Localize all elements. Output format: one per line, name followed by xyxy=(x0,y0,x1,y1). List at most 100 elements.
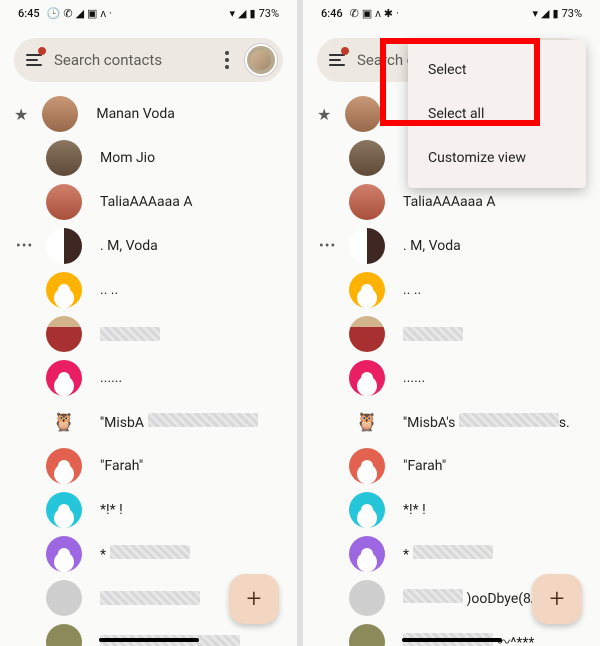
right-phone-screen: 6:46 ✆▣ᴧ✱· ▾ ◢ ▮ 73% Search c Select Sel… xyxy=(303,0,600,646)
clock: 6:46 xyxy=(321,7,343,20)
contact-avatar xyxy=(349,228,385,264)
contact-avatar xyxy=(46,272,82,308)
contact-name: .. .. xyxy=(403,282,421,298)
contact-name-blurred xyxy=(100,327,160,341)
contact-name: ...... xyxy=(100,370,122,386)
hamburger-icon[interactable] xyxy=(329,50,349,70)
contact-row[interactable]: 🦉 ''MisbA xyxy=(0,400,297,444)
contact-avatar xyxy=(349,140,385,176)
search-bar[interactable]: Search contacts xyxy=(14,38,283,82)
contact-name: . M, Voda xyxy=(100,238,158,254)
contact-avatar xyxy=(42,96,78,132)
contact-row[interactable]: ...... xyxy=(303,356,600,400)
contact-name: . M, Voda xyxy=(403,238,461,254)
status-bar: 6:46 ✆▣ᴧ✱· ▾ ◢ ▮ 73% xyxy=(303,0,600,24)
wifi-icon: ▾ xyxy=(230,7,236,20)
battery-pct: 73% xyxy=(259,7,279,20)
contact-row[interactable]: ★ Manan Voda xyxy=(0,92,297,136)
contact-avatar xyxy=(349,360,385,396)
status-bar: 6:45 🕒✆◢▣ᴧ· ▾ ◢ ▮ 73% xyxy=(0,0,297,24)
menu-item-select[interactable]: Select xyxy=(408,48,586,92)
battery-icon: ▮ xyxy=(553,7,559,20)
contact-name: TaliaAAAaaa A xyxy=(403,194,495,210)
contact-row[interactable]: .. .. xyxy=(0,268,297,312)
contact-name: ''MisbA's s. xyxy=(403,413,570,431)
contact-avatar xyxy=(46,228,82,264)
contact-list[interactable]: ★ Manan Voda Mom Jio TaliaAAAaaa A ••• .… xyxy=(0,92,297,646)
contact-row[interactable]: ...... xyxy=(0,356,297,400)
contact-name: Manan Voda xyxy=(96,106,174,122)
contact-name: ''MisbA xyxy=(100,413,258,431)
battery-pct: 73% xyxy=(562,7,582,20)
contact-name: Mom Jio xyxy=(100,150,155,166)
more-menu-button[interactable] xyxy=(217,51,237,69)
contact-row[interactable] xyxy=(303,312,600,356)
contact-row[interactable] xyxy=(0,312,297,356)
contact-name: .. .. xyxy=(100,282,118,298)
plus-icon: + xyxy=(247,584,262,614)
contact-row[interactable]: * xyxy=(303,532,600,576)
menu-item-customize-view[interactable]: Customize view xyxy=(408,136,586,180)
contact-avatar xyxy=(46,184,82,220)
add-contact-fab[interactable]: + xyxy=(532,574,582,624)
contact-row[interactable]: ••• . M, Voda xyxy=(0,224,297,268)
contact-row[interactable]: .. .. xyxy=(303,268,600,312)
profile-avatar-button[interactable] xyxy=(245,44,277,76)
contact-avatar xyxy=(46,316,82,352)
contact-avatar xyxy=(345,96,381,132)
contact-name: *!* ! xyxy=(403,502,426,518)
search-input[interactable]: Search contacts xyxy=(54,51,209,69)
wifi-icon: ▾ xyxy=(533,7,539,20)
contact-row[interactable]: "Farah" xyxy=(0,444,297,488)
contact-row[interactable]: *!* ! xyxy=(0,488,297,532)
contact-avatar xyxy=(46,536,82,572)
contact-name: TaliaAAAaaa A xyxy=(100,194,192,210)
contact-avatar xyxy=(46,580,82,616)
contact-row[interactable]: Mom Jio xyxy=(0,136,297,180)
battery-icon: ▮ xyxy=(250,7,256,20)
contact-avatar xyxy=(349,536,385,572)
hamburger-icon[interactable] xyxy=(26,50,46,70)
group-dots-icon: ••• xyxy=(319,238,336,254)
contact-name: * xyxy=(403,545,493,563)
contact-name: )ooDbye(8A... xyxy=(403,589,551,607)
contact-row[interactable]: *!* ! xyxy=(303,488,600,532)
contact-avatar xyxy=(46,140,82,176)
contact-avatar: 🦉 xyxy=(46,404,82,440)
left-phone-screen: 6:45 🕒✆◢▣ᴧ· ▾ ◢ ▮ 73% Search contacts ★ … xyxy=(0,0,297,646)
signal-icon: ◢ xyxy=(541,7,549,20)
contact-row[interactable]: "Farah" xyxy=(303,444,600,488)
signal-icon: ◢ xyxy=(238,7,246,20)
contact-name-blurred xyxy=(100,591,200,605)
contact-name: "Farah" xyxy=(100,458,143,474)
nav-pill[interactable] xyxy=(402,638,502,642)
overflow-menu: Select Select all Customize view xyxy=(408,40,586,188)
nav-pill[interactable] xyxy=(99,638,199,642)
contact-row[interactable]: 🦉 ''MisbA's s. xyxy=(303,400,600,444)
contact-name-blurred xyxy=(403,327,463,341)
contact-avatar xyxy=(46,360,82,396)
star-icon: ★ xyxy=(14,105,28,124)
add-contact-fab[interactable]: + xyxy=(229,574,279,624)
contact-avatar xyxy=(349,492,385,528)
menu-item-select-all[interactable]: Select all xyxy=(408,92,586,136)
contact-row[interactable]: TaliaAAAaaa A xyxy=(0,180,297,224)
contact-avatar xyxy=(349,184,385,220)
contact-avatar xyxy=(349,316,385,352)
contact-avatar xyxy=(349,580,385,616)
clock: 6:45 xyxy=(18,7,40,20)
contact-avatar xyxy=(349,272,385,308)
contact-name: ...... xyxy=(403,370,425,386)
star-icon: ★ xyxy=(317,105,331,124)
contact-name: * xyxy=(100,545,190,563)
contact-avatar xyxy=(46,448,82,484)
contact-avatar xyxy=(46,624,82,646)
contact-row[interactable]: ••• . M, Voda xyxy=(303,224,600,268)
contact-avatar xyxy=(46,492,82,528)
group-dots-icon: ••• xyxy=(16,238,33,254)
contact-row[interactable]: * xyxy=(0,532,297,576)
contact-avatar xyxy=(349,448,385,484)
contact-avatar xyxy=(349,624,385,646)
contact-name: "Farah" xyxy=(403,458,446,474)
contact-avatar: 🦉 xyxy=(349,404,385,440)
